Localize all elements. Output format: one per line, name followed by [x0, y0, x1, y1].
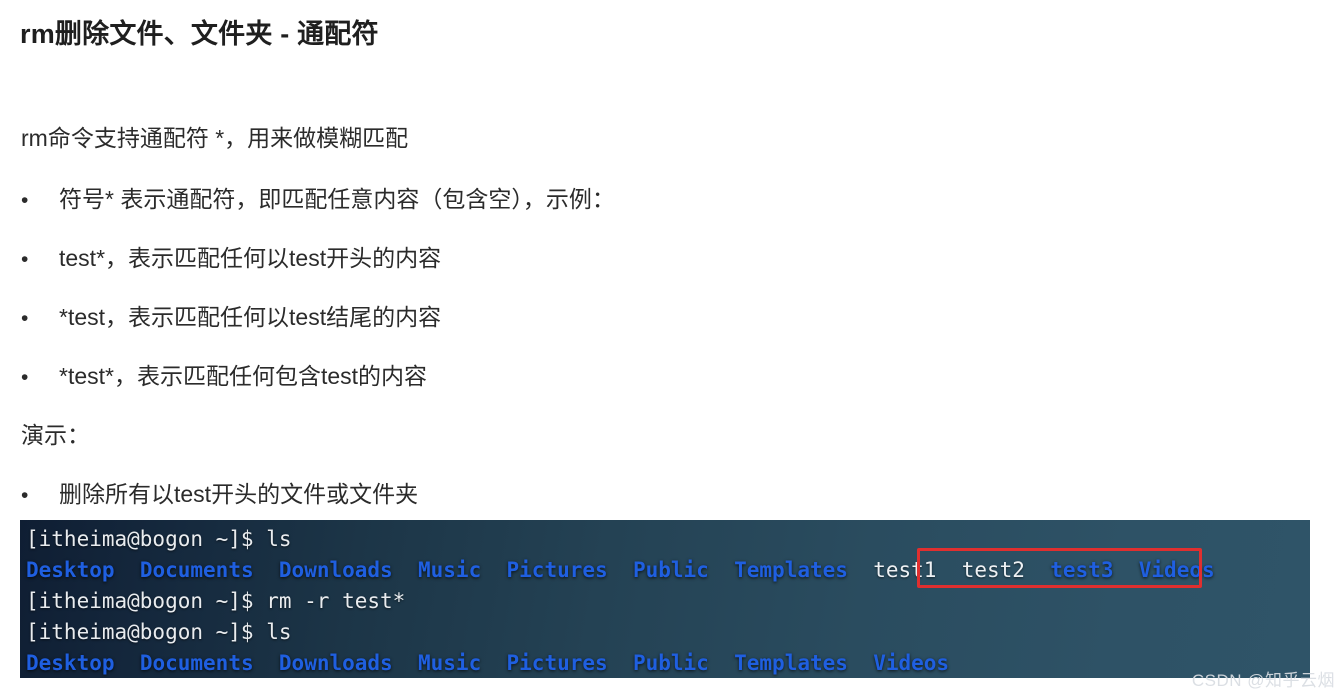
slide-page: rm删除文件、文件夹 - 通配符 rm命令支持通配符 *，用来做模糊匹配 • 符…	[0, 0, 1343, 695]
list-item-label: *test*，表示匹配任何包含test的内容	[59, 363, 428, 389]
terminal-entry-gap	[848, 558, 873, 582]
terminal-directory-entry: Music	[418, 558, 482, 582]
terminal-directory-entry: Pictures	[506, 651, 608, 675]
terminal-entry-gap	[254, 558, 279, 582]
bullet-dot-icon: •	[21, 307, 29, 330]
terminal-directory-entry: Templates	[734, 558, 848, 582]
terminal-listing-line: Desktop Documents Downloads Music Pictur…	[26, 648, 1310, 678]
list-item: • test*，表示匹配任何以test开头的内容	[21, 239, 441, 273]
list-item-label: *test，表示匹配任何以test结尾的内容	[59, 304, 442, 330]
page-title: rm删除文件、文件夹 - 通配符	[20, 19, 379, 49]
terminal-command-text: rm -r test*	[266, 589, 406, 613]
bullet-dot-icon: •	[21, 189, 29, 212]
terminal-directory-entry: Public	[632, 558, 709, 582]
terminal-command-line: [itheima@bogon ~]$ rm -r test*	[26, 586, 1310, 617]
terminal-entry-gap	[848, 651, 873, 675]
terminal-entry-gap	[115, 651, 140, 675]
terminal-output: [itheima@bogon ~]$ ls Desktop Documents D…	[26, 524, 1310, 678]
terminal-entry-gap	[709, 651, 734, 675]
terminal-entry-gap	[393, 651, 418, 675]
terminal-listing-line: Desktop Documents Downloads Music Pictur…	[26, 555, 1310, 586]
terminal-command-text: ls	[266, 620, 292, 644]
watermark: CSDN @知乎云烟	[1191, 671, 1335, 690]
terminal-prompt: [itheima@bogon ~]$	[26, 620, 267, 644]
terminal-directory-entry: Public	[632, 651, 709, 675]
terminal-entry-gap	[1113, 558, 1138, 582]
terminal-entry-gap	[936, 558, 961, 582]
terminal-command-line: [itheima@bogon ~]$ ls	[26, 524, 1310, 555]
terminal-command-text: ls	[266, 527, 292, 551]
terminal-entry-gap	[393, 558, 418, 582]
bullet-dot-icon: •	[21, 366, 29, 389]
terminal-directory-entry: Pictures	[506, 558, 608, 582]
list-item-label: 删除所有以test开头的文件或文件夹	[59, 481, 419, 507]
list-item: • *test*，表示匹配任何包含test的内容	[21, 357, 427, 391]
terminal-file-entry: test2	[961, 558, 1025, 582]
terminal-directory-entry: Documents	[139, 651, 254, 675]
bullet-dot-icon: •	[21, 248, 29, 271]
terminal-directory-entry: Templates	[734, 651, 848, 675]
terminal-directory-entry: test3	[1050, 558, 1114, 582]
bullet-dot-icon: •	[21, 484, 29, 507]
terminal-entry-gap	[608, 558, 633, 582]
terminal-directory-entry: Downloads	[278, 651, 393, 675]
terminal-prompt: [itheima@bogon ~]$	[26, 589, 267, 613]
intro-paragraph: rm命令支持通配符 *，用来做模糊匹配	[21, 125, 409, 151]
terminal-entry-gap	[608, 651, 633, 675]
list-item: • 符号* 表示通配符，即匹配任意内容（包含空），示例：	[21, 180, 615, 214]
terminal-entry-gap	[481, 558, 506, 582]
terminal-directory-entry: Downloads	[278, 558, 393, 582]
terminal-entry-gap	[115, 558, 140, 582]
terminal-window[interactable]: [itheima@bogon ~]$ ls Desktop Documents D…	[20, 520, 1310, 678]
terminal-command-line: [itheima@bogon ~]$ ls	[26, 617, 1310, 648]
list-item: • 删除所有以test开头的文件或文件夹	[21, 475, 418, 509]
terminal-directory-entry: Documents	[139, 558, 254, 582]
list-item-label: test*，表示匹配任何以test开头的内容	[59, 245, 442, 271]
terminal-directory-entry: Desktop	[26, 651, 115, 675]
list-item-label: 符号* 表示通配符，即匹配任意内容（包含空），示例：	[59, 186, 615, 212]
terminal-file-entry: test1	[873, 558, 937, 582]
terminal-directory-entry: Music	[418, 651, 482, 675]
terminal-directory-entry: Videos	[1138, 558, 1215, 582]
demo-section-label: 演示：	[21, 422, 90, 448]
terminal-directory-entry: Desktop	[26, 558, 115, 582]
terminal-entry-gap	[254, 651, 279, 675]
terminal-entry-gap	[709, 558, 734, 582]
terminal-prompt: [itheima@bogon ~]$	[26, 527, 267, 551]
terminal-entry-gap	[1025, 558, 1050, 582]
list-item: • *test，表示匹配任何以test结尾的内容	[21, 298, 441, 332]
terminal-entry-gap	[481, 651, 506, 675]
terminal-directory-entry: Videos	[873, 651, 950, 675]
